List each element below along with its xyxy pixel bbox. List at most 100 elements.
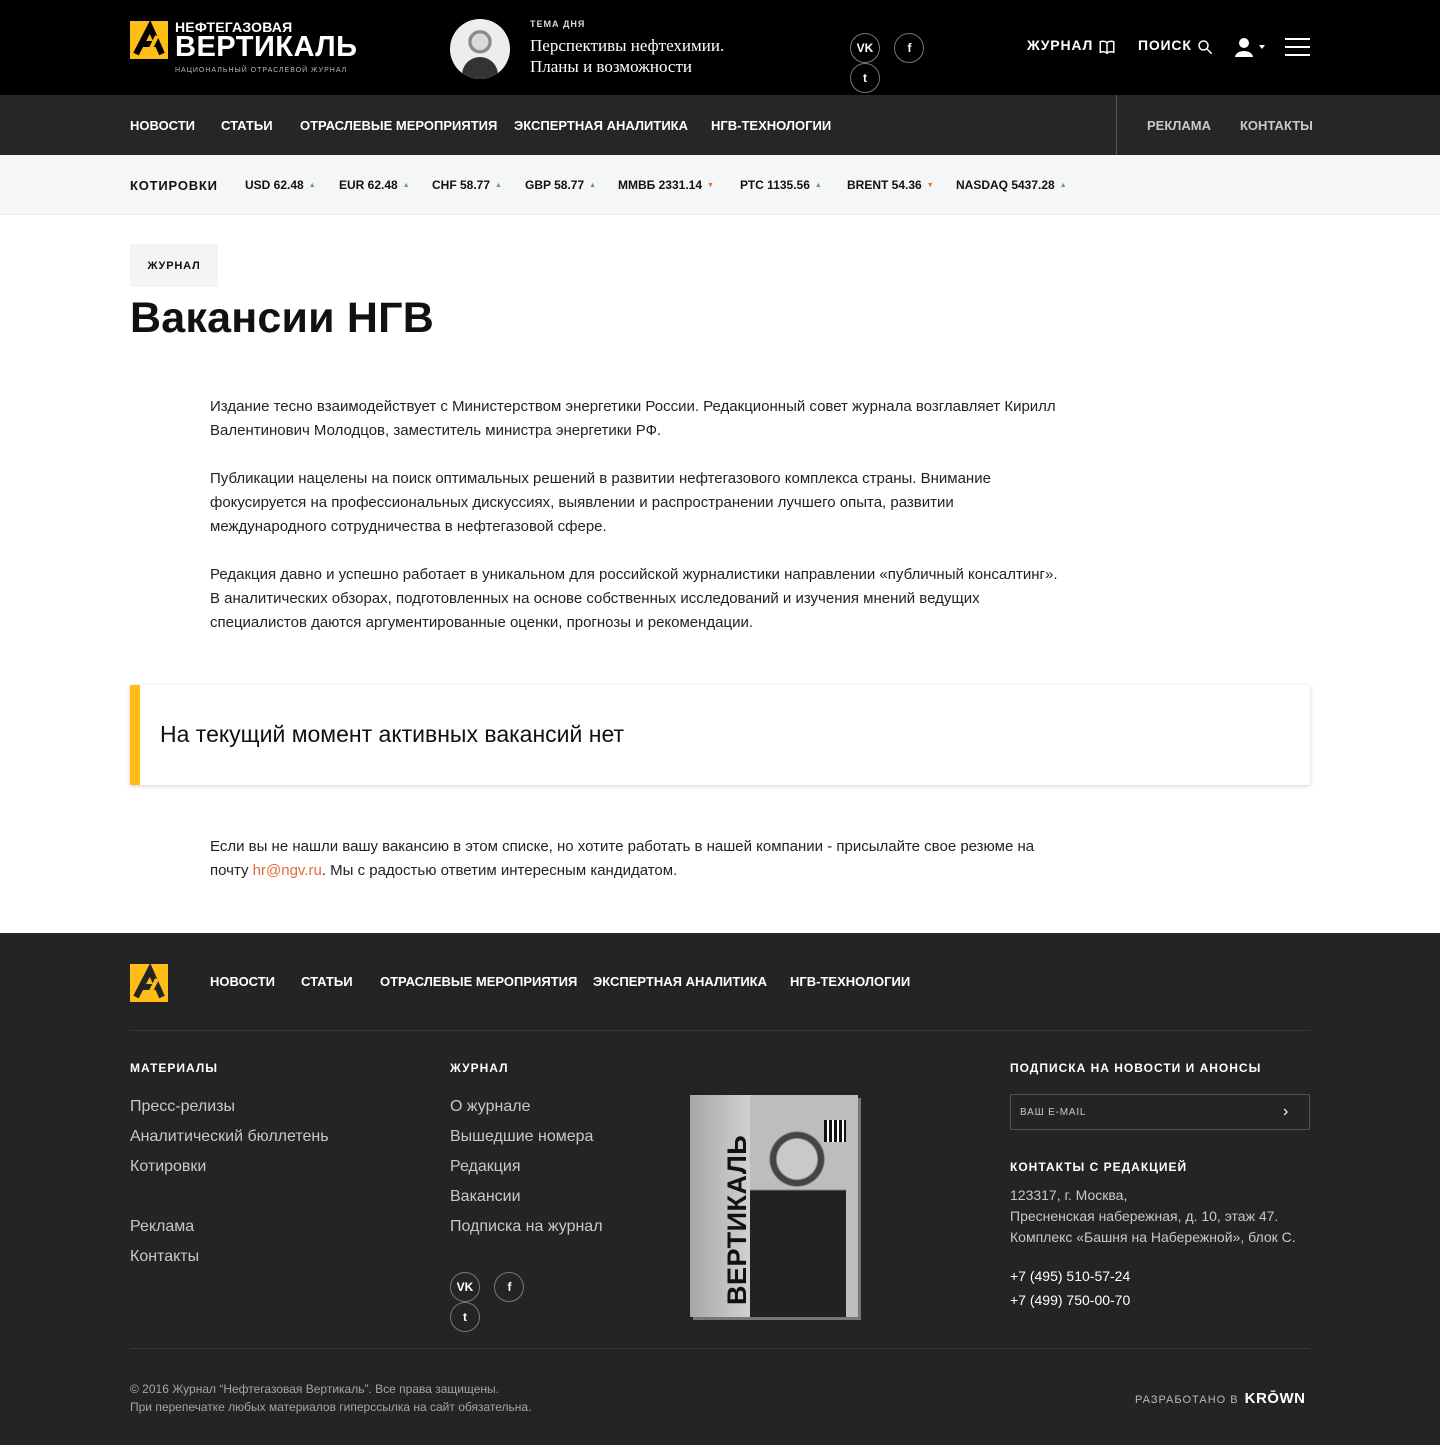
footer-materials-title: МАТЕРИАЛЫ [130,1061,219,1075]
quote-brent[interactable]: BRENT 54.36 ▼ [847,178,934,192]
developer-name: KRŌWN [1244,1390,1306,1407]
footer-link-issues[interactable]: Вышедшие номера [450,1128,593,1146]
footer-link-contacts[interactable]: Контакты [130,1248,199,1266]
logo-main-text: ВЕРТИКАЛЬ [175,31,358,63]
journal-label: ЖУРНАЛ [1027,37,1094,53]
footer-nav-news[interactable]: НОВОСТИ [210,974,275,989]
intro-paragraph-1: Издание тесно взаимодействует с Министер… [210,398,1056,439]
nav-analytics[interactable]: ЭКСПЕРТНАЯ АНАЛИТИКА [514,118,688,133]
footer-link-analytics-bulletin[interactable]: Аналитический бюллетень [130,1128,329,1146]
quote-label: CHF 58.77 [432,178,491,192]
quote-rts[interactable]: РТС 1135.56 ▲ [740,178,822,192]
nav-events[interactable]: ОТРАСЛЕВЫЕ МЕРОПРИЯТИЯ [300,118,497,133]
qr-code-icon [824,1120,846,1142]
logo-mark-icon [130,21,168,59]
phone-link-2[interactable]: +7 (499) 750-00-70 [1010,1292,1130,1308]
footer-link-editorial[interactable]: Редакция [450,1158,521,1176]
up-arrow-icon: ▲ [495,182,502,189]
vk-icon[interactable]: VK [450,1272,480,1302]
footer-nav-articles[interactable]: СТАТЬИ [301,974,353,989]
footer-logo[interactable] [130,963,168,1002]
topic-of-day[interactable]: ТЕМА ДНЯ Перспективы нефтехимии. Планы и… [450,19,810,81]
quote-chf[interactable]: CHF 58.77 ▲ [432,178,502,192]
nav-articles[interactable]: СТАТЬИ [221,118,273,133]
quote-usd[interactable]: USD 62.48 ▲ [245,178,316,192]
quote-label: ММВБ 2331.14 [618,178,702,192]
facebook-icon[interactable]: f [894,33,925,63]
up-arrow-icon: ▲ [308,182,316,189]
copyright-text: © 2016 Журнал “Нефтегазовая Вертикаль”. … [130,1382,532,1414]
developer-link[interactable]: РАЗРАБОТАНО В KRŌWN [1135,1390,1305,1407]
quote-gbp[interactable]: GBP 58.77 ▲ [525,178,596,192]
footer-social-links: VK f t [450,1272,562,1332]
journal-cover[interactable]: ВЕРТИКАЛЬ [690,1095,858,1317]
main-navigation: НОВОСТИ СТАТЬИ ОТРАСЛЕВЫЕ МЕРОПРИЯТИЯ ЭК… [0,95,1440,155]
site-footer: НОВОСТИ СТАТЬИ ОТРАСЛЕВЫЕ МЕРОПРИЯТИЯ ЭК… [0,933,1440,1445]
down-arrow-icon: ▼ [707,182,714,189]
topic-avatar [450,19,510,79]
down-arrow-icon: ▼ [926,182,934,189]
up-arrow-icon: ▲ [589,182,597,189]
topic-label: ТЕМА ДНЯ [530,19,586,29]
up-arrow-icon: ▲ [402,182,410,189]
intro-paragraph-2: Публикации нацелены на поиск оптимальных… [210,470,991,535]
nav-contacts[interactable]: КОНТАКТЫ [1240,118,1313,133]
footer-link-subscription[interactable]: Подписка на журнал [450,1218,603,1236]
quote-micex[interactable]: ММВБ 2331.14 ▼ [618,178,714,192]
facebook-icon[interactable]: f [494,1272,525,1302]
subscription-title: ПОДПИСКА НА НОВОСТИ И АНОНСЫ [1010,1061,1262,1075]
footer-link-vacancies[interactable]: Вакансии [450,1188,521,1206]
hr-email-link[interactable]: hr@ngv.ru [253,862,322,879]
footer-journal-title: ЖУРНАЛ [450,1061,509,1075]
resume-text-after-email: . Мы с радостью ответим интересным канди… [321,862,678,879]
quote-label: USD 62.48 [245,178,304,192]
editorial-address: 123317, г. Москва, Пресненская набережна… [1010,1187,1296,1245]
quotes-title: КОТИРОВКИ [130,178,218,193]
cover-person-image [750,1129,846,1317]
footer-nav-analytics[interactable]: ЭКСПЕРТНАЯ АНАЛИТИКА [593,974,767,989]
quote-eur[interactable]: EUR 62.48 ▲ [339,178,410,192]
phone-link-1[interactable]: +7 (495) 510-57-24 [1010,1268,1130,1284]
journal-link[interactable]: ЖУРНАЛ [1027,37,1115,55]
menu-icon-line-2 [1285,46,1310,48]
search-link[interactable]: ПОИСК [1138,37,1213,55]
logo-subtitle: НАЦИОНАЛЬНЫЙ ОТРАСЛЕВОЙ ЖУРНАЛ [175,67,348,74]
logo-mark-icon [130,963,168,1002]
vk-icon[interactable]: VK [850,33,880,63]
subscription-form: › [1010,1094,1310,1130]
site-logo[interactable]: НЕФТЕГАЗОВАЯ ВЕРТИКАЛЬ НАЦИОНАЛЬНЫЙ ОТРА… [130,19,360,77]
quote-nasdaq[interactable]: NASDAQ 5437.28 ▲ [956,178,1067,192]
twitter-icon[interactable]: t [850,63,880,93]
no-vacancies-message: На текущий момент активных вакансий нет [160,721,625,747]
intro-paragraph-3: Редакция давно и успешно работает в уник… [210,566,1058,631]
nav-advertising[interactable]: РЕКЛАМА [1147,118,1211,133]
chevron-right-icon[interactable]: › [1283,1103,1295,1121]
contacts-title: КОНТАКТЫ С РЕДАКЦИЕЙ [1010,1160,1188,1174]
footer-nav-technologies[interactable]: НГВ-ТЕХНОЛОГИИ [790,974,910,989]
footer-link-about[interactable]: О журнале [450,1098,530,1116]
header-social-links: VK f t [850,33,962,93]
footer-link-press-releases[interactable]: Пресс-релизы [130,1098,235,1116]
menu-icon-line-1 [1285,38,1310,40]
menu-button[interactable] [1285,38,1310,56]
up-arrow-icon: ▲ [1059,182,1067,189]
quote-label: EUR 62.48 [339,178,398,192]
cover-title: ВЕРТИКАЛЬ [722,1134,752,1305]
search-icon [1198,40,1213,55]
quote-label: BRENT 54.36 [847,178,922,192]
twitter-icon[interactable]: t [450,1302,480,1332]
quote-label: РТС 1135.56 [740,178,810,192]
user-menu-button[interactable] [1234,37,1268,57]
journal-badge[interactable]: ЖУРНАЛ [130,244,218,287]
nav-technologies[interactable]: НГВ-ТЕХНОЛОГИИ [711,118,831,133]
footer-nav-events[interactable]: ОТРАСЛЕВЫЕ МЕРОПРИЯТИЯ [380,974,577,989]
up-arrow-icon: ▲ [814,182,822,189]
top-header: НЕФТЕГАЗОВАЯ ВЕРТИКАЛЬ НАЦИОНАЛЬНЫЙ ОТРА… [0,0,1440,95]
footer-link-quotes[interactable]: Котировки [130,1158,206,1176]
book-icon [1099,40,1115,55]
footer-divider-top [130,1030,1310,1031]
nav-separator [1116,95,1117,155]
email-input[interactable] [1020,1103,1260,1121]
nav-news[interactable]: НОВОСТИ [130,118,195,133]
footer-link-advertising[interactable]: Реклама [130,1218,194,1236]
